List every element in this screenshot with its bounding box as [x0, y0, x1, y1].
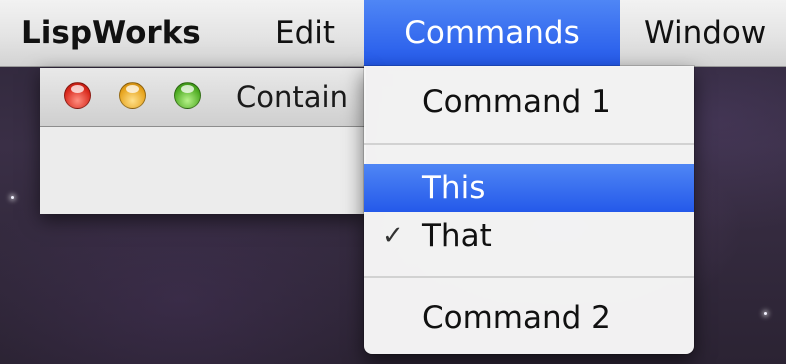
commands-dropdown-menu: Command 1 This ✓ That Command 2: [364, 66, 694, 354]
menu-lispworks[interactable]: LispWorks: [6, 0, 216, 66]
menu-commands[interactable]: Commands: [364, 0, 620, 66]
menu-separator: [364, 143, 694, 145]
menu-window[interactable]: Window: [629, 0, 781, 66]
menu-item-label: That: [422, 218, 492, 254]
close-icon[interactable]: [64, 82, 91, 109]
menu-item-that[interactable]: ✓ That: [364, 212, 694, 260]
window-title: Contain: [236, 80, 348, 114]
container-window: Contain: [40, 68, 366, 214]
menu-item-label: Command 1: [422, 84, 611, 120]
minimize-icon[interactable]: [119, 82, 146, 109]
menu-item-this[interactable]: This: [364, 164, 694, 212]
window-content: [40, 127, 366, 214]
menu-edit[interactable]: Edit: [260, 0, 350, 66]
star: [11, 196, 14, 199]
menu-item-label: Command 2: [422, 300, 611, 336]
menu-item-label: This: [422, 170, 486, 206]
menu-item-command-2[interactable]: Command 2: [364, 294, 694, 342]
menu-separator: [364, 276, 694, 278]
menu-bar: LispWorks Edit Commands Window: [0, 0, 786, 67]
star: [764, 312, 767, 315]
zoom-icon[interactable]: [174, 82, 201, 109]
window-titlebar[interactable]: Contain: [40, 68, 366, 127]
menu-item-command-1[interactable]: Command 1: [364, 78, 694, 126]
checkmark-icon: ✓: [382, 221, 404, 251]
